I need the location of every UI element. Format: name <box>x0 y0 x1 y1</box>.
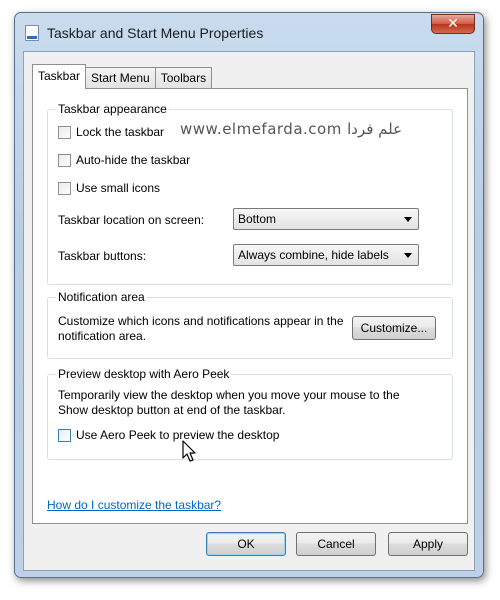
lock-taskbar-checkbox[interactable] <box>58 126 71 139</box>
customize-button[interactable]: Customize... <box>352 316 436 340</box>
apply-button[interactable]: Apply <box>388 532 468 556</box>
tab-start-menu[interactable]: Start Menu <box>85 67 156 88</box>
taskbar-location-dropdown[interactable]: Bottom <box>233 208 419 230</box>
taskbar-location-value: Bottom <box>238 212 277 226</box>
aero-peek-checkbox-label: Use Aero Peek to preview the desktop <box>76 428 280 442</box>
mouse-pointer-icon <box>182 440 196 462</box>
small-icons-checkbox[interactable] <box>58 182 71 195</box>
chevron-down-icon <box>404 253 412 258</box>
small-icons-label: Use small icons <box>76 181 161 195</box>
autohide-taskbar-label: Auto-hide the taskbar <box>76 153 191 167</box>
taskbar-buttons-dropdown[interactable]: Always combine, hide labels <box>233 244 419 266</box>
notification-description-line1: Customize which icons and notifications … <box>58 314 344 328</box>
group-title-aero-peek: Preview desktop with Aero Peek <box>56 367 232 381</box>
aero-peek-group: Preview desktop with Aero Peek Temporari… <box>47 367 453 460</box>
properties-window: Taskbar and Start Menu Properties ✕ Task… <box>14 12 484 578</box>
tab-strip: Taskbar Start Menu Toolbars <box>32 64 213 89</box>
tab-toolbars[interactable]: Toolbars <box>154 67 213 88</box>
aero-peek-description-line2: Show desktop button at end of the taskba… <box>58 403 286 417</box>
close-button[interactable]: ✕ <box>431 14 475 34</box>
tab-taskbar[interactable]: Taskbar <box>32 64 87 89</box>
chevron-down-icon <box>404 217 412 222</box>
group-title-appearance: Taskbar appearance <box>56 102 169 116</box>
title-bar[interactable]: Taskbar and Start Menu Properties ✕ <box>15 13 483 51</box>
taskbar-tab-panel: Taskbar appearance Lock the taskbar Auto… <box>32 88 468 524</box>
lock-taskbar-label: Lock the taskbar <box>76 125 165 139</box>
autohide-taskbar-checkbox[interactable] <box>58 154 71 167</box>
group-title-notification: Notification area <box>56 290 147 304</box>
ok-button[interactable]: OK <box>206 532 286 556</box>
taskbar-buttons-label: Taskbar buttons: <box>58 249 147 263</box>
taskbar-properties-icon <box>25 25 39 41</box>
aero-peek-checkbox[interactable] <box>58 429 71 442</box>
watermark-text: www.elmefarda.com علم فردا <box>180 120 403 138</box>
notification-area-group: Notification area Customize which icons … <box>47 290 453 359</box>
taskbar-buttons-value: Always combine, hide labels <box>238 248 389 262</box>
taskbar-location-label: Taskbar location on screen: <box>58 213 205 227</box>
window-title: Taskbar and Start Menu Properties <box>47 25 264 41</box>
aero-peek-description-line1: Temporarily view the desktop when you mo… <box>58 388 400 402</box>
notification-description-line2: notification area. <box>58 329 147 343</box>
close-icon: ✕ <box>447 16 459 32</box>
cancel-button[interactable]: Cancel <box>296 532 376 556</box>
help-link[interactable]: How do I customize the taskbar? <box>47 498 221 512</box>
